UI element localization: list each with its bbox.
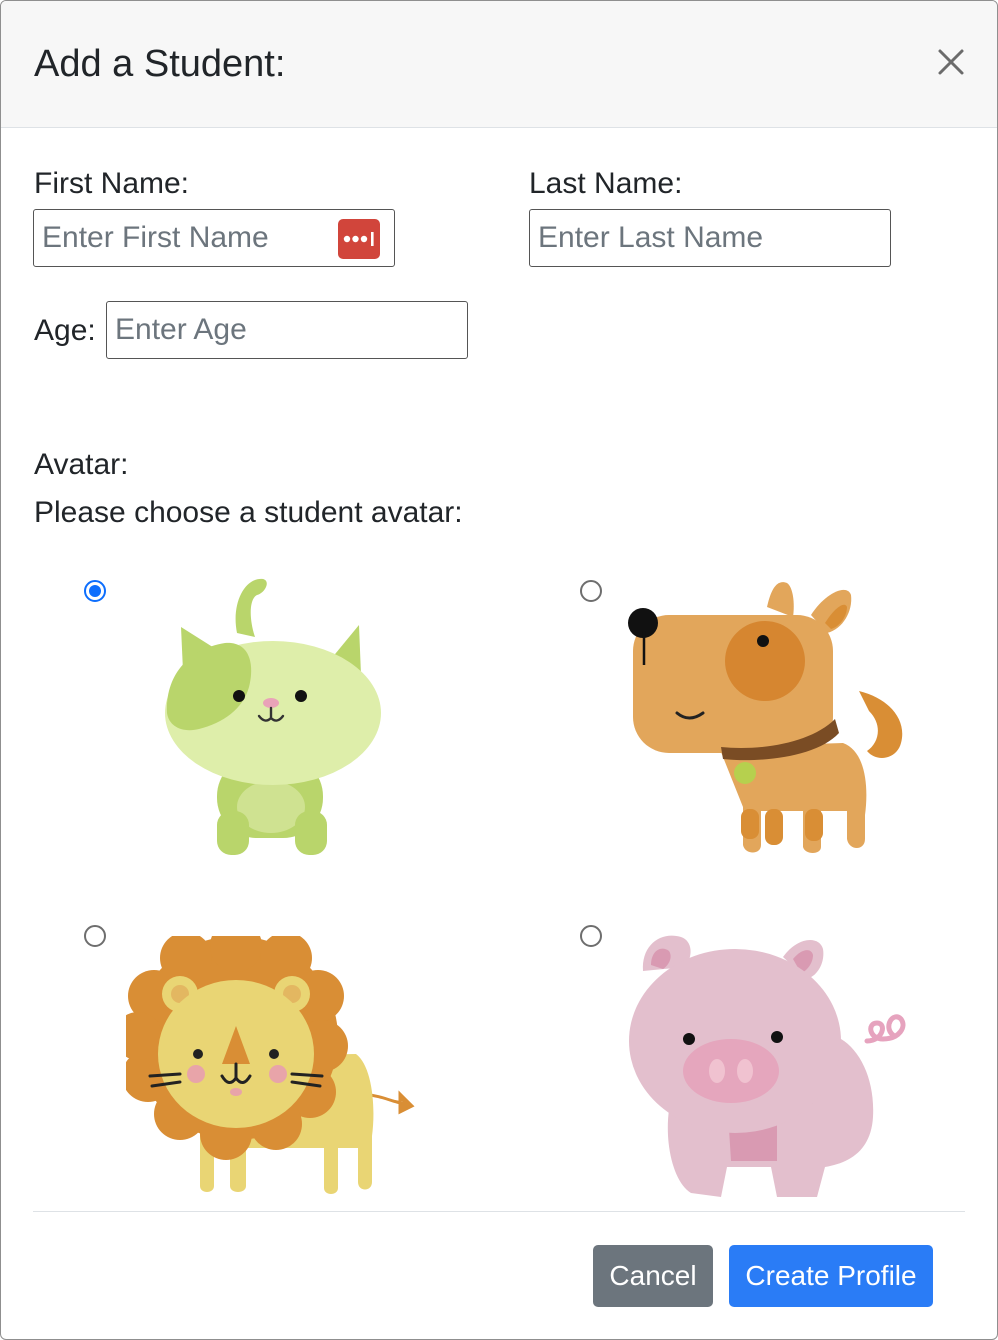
password-manager-button[interactable] <box>338 219 380 259</box>
add-student-modal: Add a Student: First Name: Last Name: Ag… <box>0 0 998 1340</box>
modal-title: Add a Student: <box>34 43 286 85</box>
footer-divider <box>33 1211 965 1212</box>
modal-header: Add a Student: <box>1 1 997 128</box>
cat-avatar-image[interactable] <box>161 571 386 861</box>
password-manager-icon <box>343 232 374 246</box>
cancel-button[interactable]: Cancel <box>593 1245 713 1307</box>
close-icon <box>938 49 964 75</box>
create-profile-button[interactable]: Create Profile <box>729 1245 933 1307</box>
avatar-label: Avatar: <box>34 448 129 481</box>
avatar-radio-pig[interactable] <box>580 925 602 947</box>
lion-avatar-image[interactable] <box>126 936 416 1196</box>
age-input[interactable] <box>106 301 468 359</box>
avatar-radio-lion[interactable] <box>84 925 106 947</box>
avatar-radio-dog[interactable] <box>580 580 602 602</box>
dog-avatar-image[interactable] <box>621 571 911 861</box>
close-button[interactable] <box>934 45 968 79</box>
avatar-radio-cat[interactable] <box>84 580 106 602</box>
first-name-label: First Name: <box>34 167 190 200</box>
last-name-label: Last Name: <box>529 167 683 200</box>
last-name-input[interactable] <box>529 209 891 267</box>
avatar-prompt: Please choose a student avatar: <box>34 496 463 529</box>
pig-avatar-image[interactable] <box>621 931 911 1206</box>
age-label: Age: <box>34 314 96 347</box>
